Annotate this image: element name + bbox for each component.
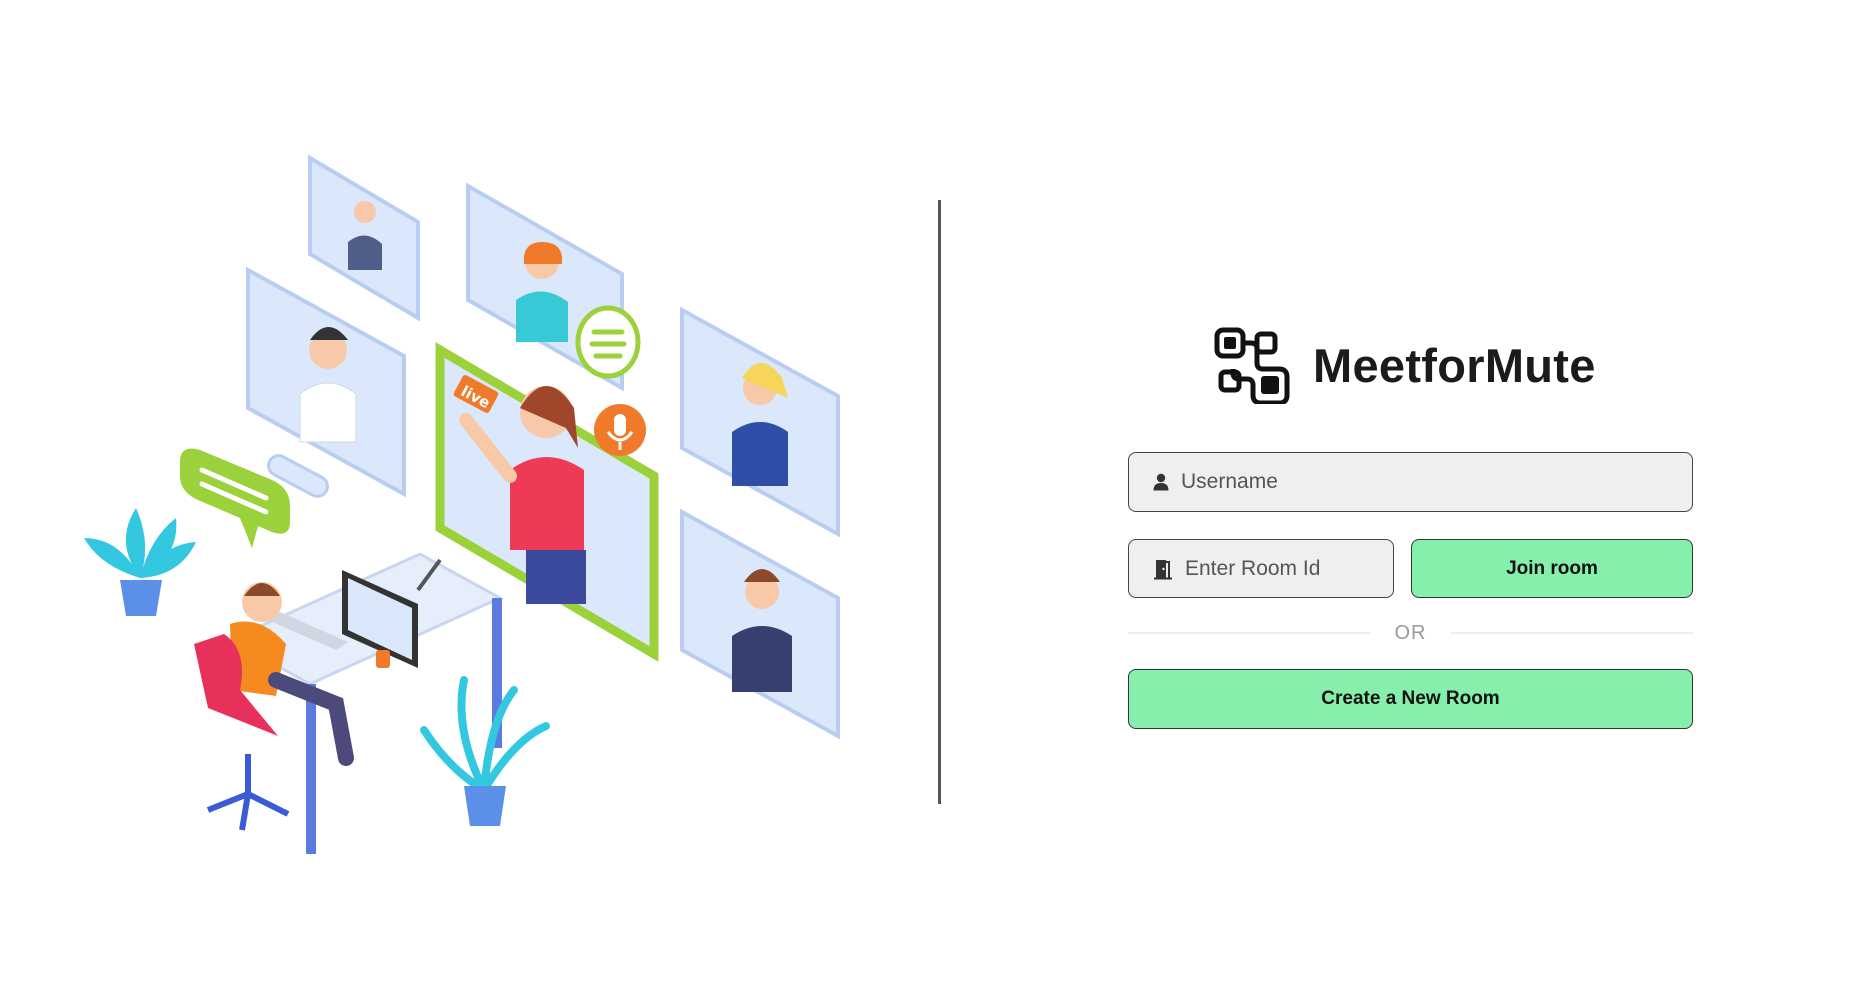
separator-line — [1128, 632, 1371, 634]
room-id-field[interactable] — [1128, 539, 1456, 598]
or-separator: OR — [1128, 618, 1693, 648]
video-tile — [308, 154, 420, 322]
video-tile — [680, 508, 840, 740]
video-conference-illustration: live — [80, 150, 850, 870]
vertical-divider — [938, 200, 941, 804]
join-room-button[interactable]: Join room — [1411, 539, 1693, 598]
separator-line — [1450, 632, 1693, 634]
microphone-icon — [594, 404, 646, 456]
brand-header: MeetforMute — [1213, 325, 1633, 405]
separator-label: OR — [1394, 621, 1427, 644]
username-input[interactable] — [1169, 453, 1692, 511]
video-tile — [680, 306, 840, 538]
door-icon — [1154, 559, 1172, 579]
app-title: MeetforMute — [1313, 338, 1596, 392]
plant — [84, 508, 196, 616]
create-room-button[interactable]: Create a New Room — [1128, 669, 1693, 729]
user-icon — [1153, 473, 1169, 491]
grid-logo-icon — [1214, 327, 1290, 404]
chat-bubble-icon — [575, 305, 641, 379]
username-field[interactable] — [1128, 452, 1693, 512]
plant — [420, 676, 550, 826]
